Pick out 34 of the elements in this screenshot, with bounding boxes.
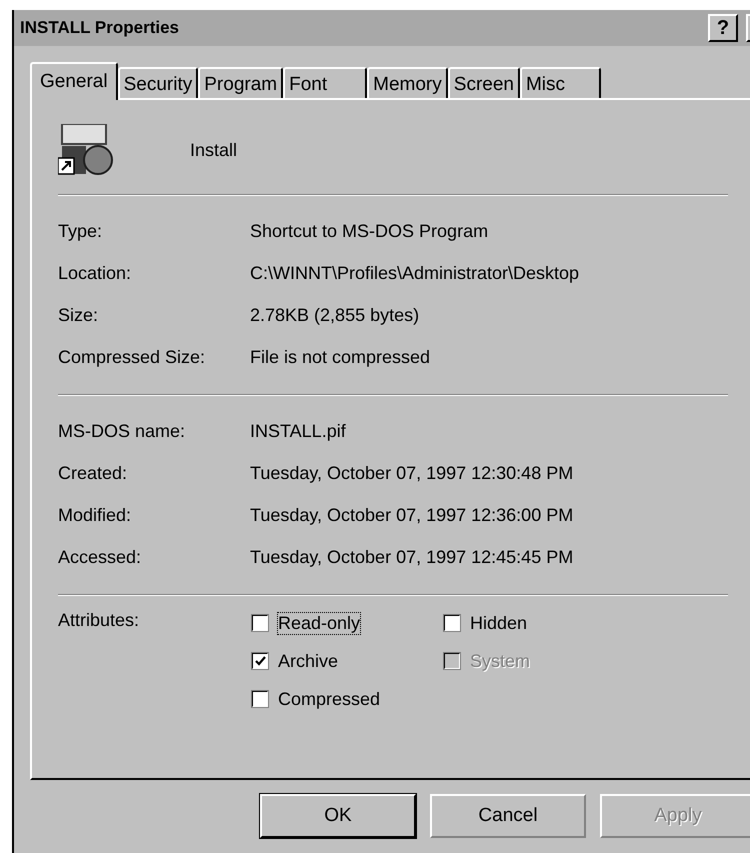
property-value: 2.78KB (2,855 bytes) <box>250 304 420 326</box>
checkbox-label: System <box>470 650 530 672</box>
property-value: Shortcut to MS-DOS Program <box>250 220 488 242</box>
checkbox-label: Compressed <box>278 688 380 710</box>
property-label: MS-DOS name: <box>58 420 186 442</box>
file-name: Install <box>190 140 238 160</box>
property-label: Accessed: <box>58 546 142 568</box>
checkbox-label: Read-only <box>278 612 360 634</box>
tab[interactable]: Screen <box>448 67 520 98</box>
dialog-button[interactable]: Cancel <box>430 794 586 838</box>
window-title: INSTALL Properties <box>20 18 180 38</box>
property-value: C:\WINNT\Profiles\Administrator\Desktop <box>250 262 580 284</box>
property-value: INSTALL.pif <box>250 420 346 442</box>
property-value: Tuesday, October 07, 1997 12:36:00 PM <box>250 504 574 526</box>
property-label: Size: <box>58 304 100 326</box>
tab[interactable]: Security <box>118 67 198 98</box>
property-value: File is not compressed <box>250 346 430 368</box>
help-button[interactable]: ? <box>708 14 738 42</box>
tab[interactable]: Memory <box>367 67 448 98</box>
checkbox-label: Hidden <box>470 612 528 634</box>
property-label: Modified: <box>58 504 132 526</box>
tab[interactable]: Misc <box>520 67 602 98</box>
property-label: Created: <box>58 462 128 484</box>
property-label: Type: <box>58 220 104 242</box>
property-label: Location: <box>58 262 132 284</box>
tab[interactable]: Font <box>283 67 368 98</box>
property-label: Compressed Size: <box>58 346 206 368</box>
attributes-label: Attributes: <box>58 610 140 632</box>
tab[interactable]: General <box>30 62 118 100</box>
checkbox-label: Archive <box>278 650 338 672</box>
property-value: Tuesday, October 07, 1997 12:45:45 PM <box>250 546 574 568</box>
tab[interactable]: Program <box>198 67 284 98</box>
dialog-button[interactable]: OK <box>260 794 416 838</box>
property-value: Tuesday, October 07, 1997 12:30:48 PM <box>250 462 574 484</box>
